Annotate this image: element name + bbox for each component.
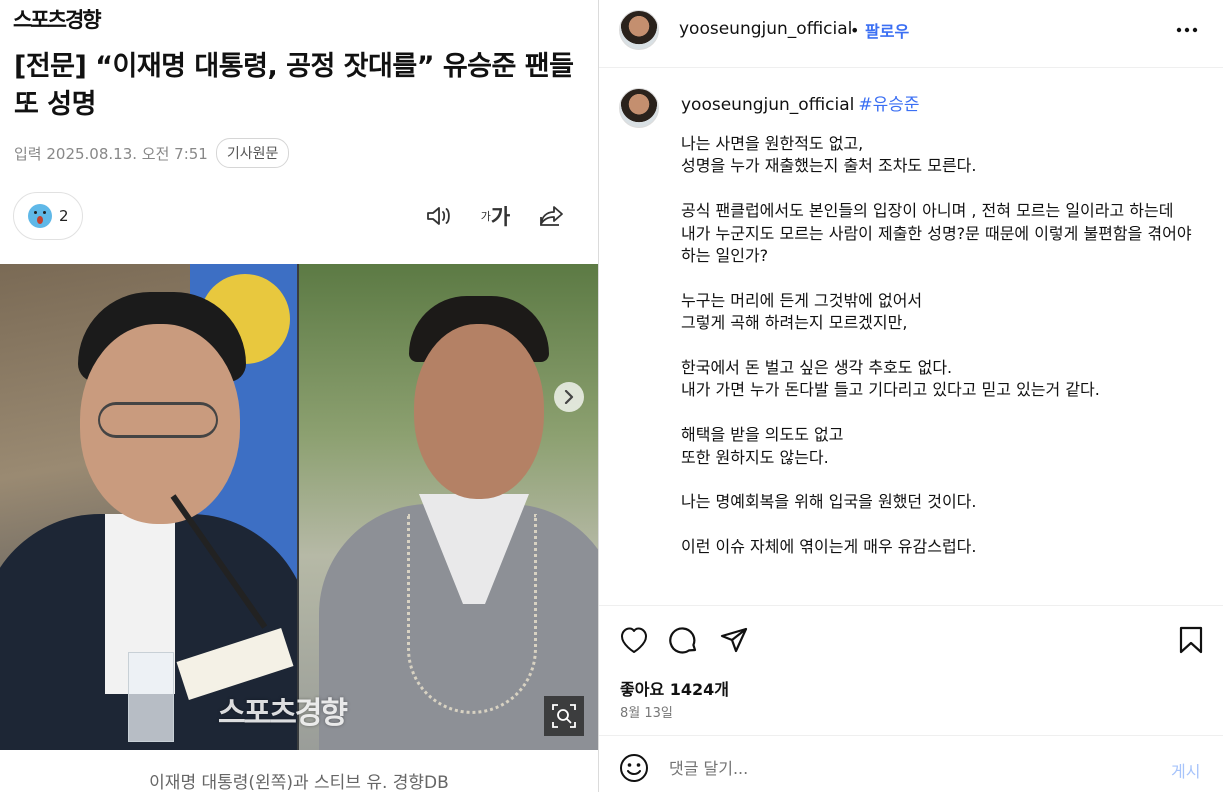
caption-paragraph: 이런 이슈 자체에 엮이는게 매우 유감스럽다. xyxy=(681,537,977,557)
photo-caption: 이재명 대통령(왼쪽)과 스티브 유. 경향DB xyxy=(149,773,449,792)
share-icon[interactable] xyxy=(537,201,567,231)
header-separator: • xyxy=(850,21,860,40)
share-plane-icon[interactable] xyxy=(718,624,750,656)
caption-avatar[interactable] xyxy=(619,88,659,128)
caption-username[interactable]: yooseungjun_official xyxy=(681,95,854,115)
font-size-large-label: 가 xyxy=(490,205,510,229)
comment-bubble-icon[interactable] xyxy=(668,624,700,656)
post-header: yooseungjun_official • 팔로우 xyxy=(599,0,1223,68)
more-options-icon[interactable] xyxy=(1172,16,1202,44)
photo-right-panel xyxy=(299,264,598,750)
post-date[interactable]: 8월 13일 xyxy=(620,702,673,721)
hashtag-link[interactable]: #유승준 xyxy=(858,95,919,115)
news-logo[interactable]: 스포츠경향 xyxy=(13,4,102,34)
next-image-button[interactable] xyxy=(554,382,584,412)
news-article-panel: 스포츠경향 [전문] “이재명 대통령, 공정 잣대를” 유승준 팬들 또 성명… xyxy=(0,0,598,792)
like-heart-icon[interactable] xyxy=(618,624,650,656)
emoji-smile-icon[interactable] xyxy=(619,753,649,783)
header-username[interactable]: yooseungjun_official xyxy=(679,19,852,39)
article-meta: 입력 2025.08.13. 오전 7:51 기사원문 xyxy=(14,138,290,168)
article-photo: 스포츠경향 xyxy=(0,264,598,750)
zoom-icon xyxy=(552,704,576,728)
surprised-emoji-icon xyxy=(28,204,52,228)
caption-paragraph: 누구는 머리에 든게 그것밖에 없어서 그렇게 곡해 하려는지 모르겠지만, xyxy=(681,290,923,333)
avatar[interactable] xyxy=(619,10,659,50)
instagram-post-panel: yooseungjun_official • 팔로우 yooseungjun_o… xyxy=(599,0,1223,792)
zoom-image-button[interactable] xyxy=(544,696,584,736)
reaction-count: 2 xyxy=(59,207,69,225)
comment-input[interactable] xyxy=(669,754,1139,782)
caption-paragraph: 공식 팬클럽에서도 본인들의 입장이 아니며 , 전혀 모르는 일이라고 하는데… xyxy=(681,201,1192,266)
caption-paragraph: 나는 사면을 원한적도 없고, 성명을 누가 재출했는지 출처 조차도 모른다. xyxy=(681,134,977,176)
follow-button[interactable]: 팔로우 xyxy=(865,18,909,42)
article-date: 입력 2025.08.13. 오전 7:51 xyxy=(14,144,208,163)
chevron-right-icon xyxy=(564,390,574,404)
post-caption-text: 나는 사면을 원한적도 없고, 성명을 누가 재출했는지 출처 조차도 모른다. 공… xyxy=(681,133,1201,581)
bookmark-icon[interactable] xyxy=(1175,624,1207,656)
reaction-button[interactable]: 2 xyxy=(13,192,83,240)
caption-paragraph: 나는 명예회복을 위해 입국을 원했던 것이다. xyxy=(681,492,977,512)
article-headline: [전문] “이재명 대통령, 공정 잣대를” 유승준 팬들 또 성명 xyxy=(14,51,574,120)
caption-paragraph: 해택을 받을 의도도 없고 또한 원하지도 않는다. xyxy=(681,425,844,467)
photo-left-panel xyxy=(0,264,297,750)
like-count[interactable]: 좋아요 1424개 xyxy=(620,676,729,700)
caption-paragraph: 한국에서 돈 벌고 싶은 생각 추호도 없다. 내가 가면 누가 돈다발 들고 기… xyxy=(681,358,1100,400)
caption-header: yooseungjun_official #유승준 xyxy=(681,90,920,115)
post-comment-button[interactable]: 게시 xyxy=(1171,758,1200,782)
font-size-button[interactable]: 가가 xyxy=(480,201,510,231)
font-size-small-label: 가 xyxy=(480,210,491,223)
actions-divider xyxy=(599,605,1223,606)
original-article-button[interactable]: 기사원문 xyxy=(215,138,290,168)
photo-watermark: 스포츠경향 xyxy=(218,696,348,731)
comment-bar: 게시 xyxy=(599,735,1223,792)
speaker-icon[interactable] xyxy=(424,201,454,231)
